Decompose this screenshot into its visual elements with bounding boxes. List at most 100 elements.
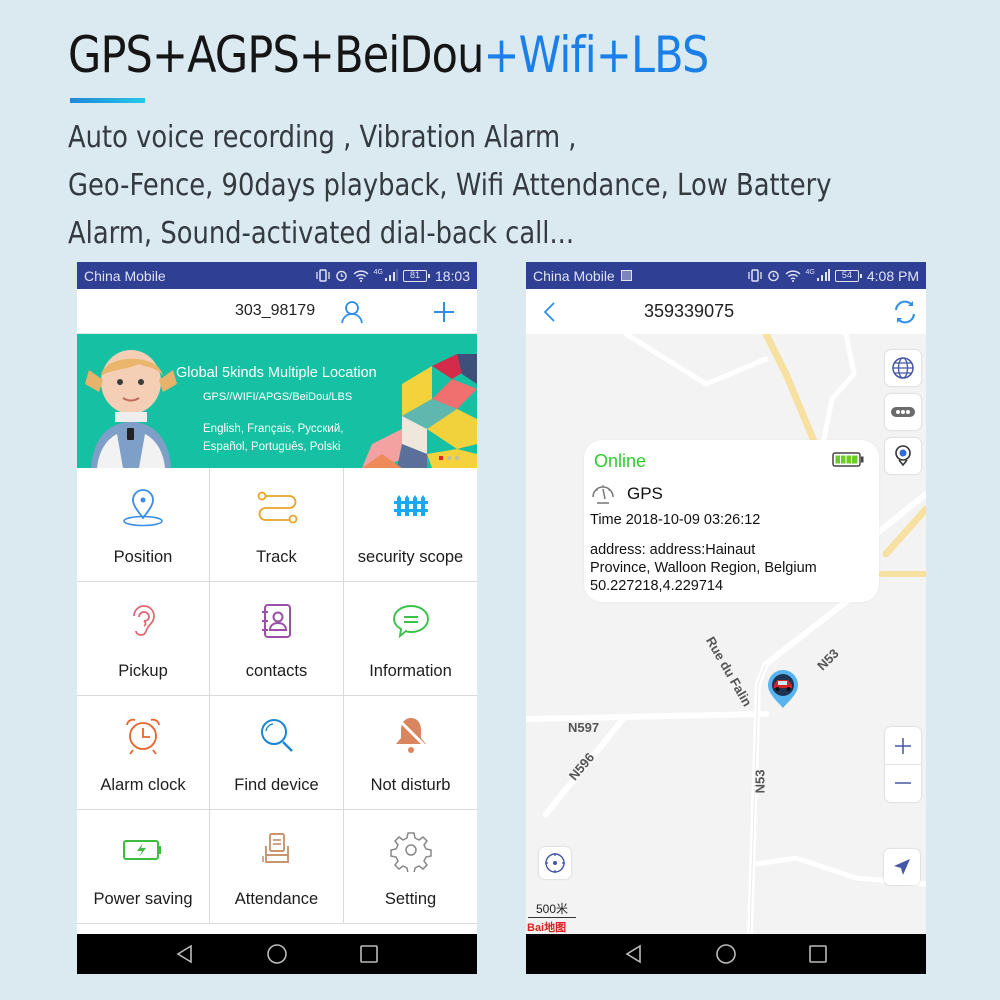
menu-label: Track xyxy=(256,548,297,566)
carousel-dots xyxy=(439,456,459,460)
bell-muted-icon xyxy=(395,718,426,753)
map-layers-button[interactable] xyxy=(885,350,921,386)
center-map-button[interactable] xyxy=(539,847,571,879)
page-headline: GPS+AGPS+BeiDou+Wifi+LBS xyxy=(68,26,709,84)
zoom-control xyxy=(885,727,921,802)
banner-languages: English, Français, Русский, Español, Por… xyxy=(203,420,343,456)
location-pin-icon xyxy=(123,489,163,527)
menu-label: Find device xyxy=(234,776,319,794)
network-type: 4G xyxy=(805,268,815,276)
signal-icon xyxy=(384,269,398,281)
plus-icon xyxy=(895,737,911,754)
vibrate-icon xyxy=(747,269,762,282)
back-arrow-icon[interactable] xyxy=(540,300,560,324)
left-phone-screen: China Mobile 4G 81 18:03 303_98179 Globa… xyxy=(77,262,477,974)
home-nav-icon[interactable] xyxy=(715,943,737,965)
device-id: 359339075 xyxy=(644,301,735,321)
menu-label: Position xyxy=(113,548,173,566)
promo-banner[interactable]: Global 5kinds Multiple Location GPS//WIF… xyxy=(77,334,477,468)
menu-item-security-scope[interactable]: security scope xyxy=(344,468,477,582)
device-id: 303_98179 xyxy=(235,302,316,319)
menu-item-track[interactable]: Track xyxy=(210,468,344,582)
map-provider-logo: Bai地图 xyxy=(527,922,567,934)
banner-subtitle: GPS//WIFI/APGS/BeiDou/LBS xyxy=(203,391,353,403)
locate-device-button[interactable] xyxy=(885,438,921,474)
menu-label: contacts xyxy=(245,662,308,680)
map-roads xyxy=(526,334,926,934)
battery-level: 54 xyxy=(841,270,852,280)
menu-item-contacts[interactable]: contacts xyxy=(210,582,344,696)
carousel-dot[interactable] xyxy=(455,456,459,460)
coordinates: 50.227218,4.229714 xyxy=(590,578,724,594)
alarm-clock-icon xyxy=(126,718,160,755)
user-icon[interactable] xyxy=(338,298,366,326)
menu-item-attendance[interactable]: Attendance xyxy=(210,810,344,924)
right-phone-screen: China Mobile 4G 54 4:08 PM 359339075 Rue… xyxy=(526,262,926,974)
battery-indicator: 54 xyxy=(834,269,862,282)
feature-list: Auto voice recording , Vibration Alarm ,… xyxy=(68,114,832,258)
minus-icon xyxy=(895,782,911,784)
plus-icon[interactable] xyxy=(430,298,458,326)
menu-item-position[interactable]: Position xyxy=(77,468,210,582)
location-target-icon xyxy=(895,445,911,467)
refresh-icon[interactable] xyxy=(891,298,919,326)
menu-label: Alarm clock xyxy=(100,776,186,794)
status-bar: China Mobile 4G 81 18:03 xyxy=(77,262,477,289)
menu-item-power-saving[interactable]: Power saving xyxy=(77,810,210,924)
menu-item-pickup[interactable]: Pickup xyxy=(77,582,210,696)
map-view[interactable]: Rue du Falin N53 N597 N596 N53 Online GP… xyxy=(526,334,926,934)
languages-line: Español, Português, Polski xyxy=(203,441,341,453)
wifi-icon xyxy=(353,270,369,282)
map-scale: 500米 xyxy=(528,900,576,918)
carousel-dot[interactable] xyxy=(447,456,451,460)
magnifier-icon xyxy=(260,719,293,752)
zoom-in-button[interactable] xyxy=(885,727,921,764)
menu-item-information[interactable]: Information xyxy=(344,582,477,696)
carousel-dot-active[interactable] xyxy=(439,456,443,460)
more-options-button[interactable] xyxy=(885,394,921,430)
contacts-book-icon xyxy=(261,604,291,638)
back-nav-icon[interactable] xyxy=(174,943,196,965)
crosshair-icon xyxy=(545,853,565,873)
status-bar: China Mobile 4G 54 4:08 PM xyxy=(526,262,926,289)
globe-icon xyxy=(892,357,914,379)
road-label: N53 xyxy=(752,769,768,794)
recents-nav-icon[interactable] xyxy=(358,943,380,965)
fence-icon xyxy=(393,495,428,516)
cube-pattern xyxy=(362,354,477,468)
network-type: 4G xyxy=(373,268,383,276)
navigate-button[interactable] xyxy=(884,849,920,885)
attendance-machine-icon xyxy=(261,833,289,863)
track-route-icon xyxy=(257,491,297,524)
feature-line: Alarm, Sound-activated dial-back call... xyxy=(68,216,575,251)
menu-item-find-device[interactable]: Find device xyxy=(210,696,344,810)
signal-icon xyxy=(816,269,830,281)
message-bubble-icon xyxy=(392,605,429,639)
battery-charging-icon xyxy=(123,840,161,860)
location-mode: GPS xyxy=(627,484,663,503)
home-nav-icon[interactable] xyxy=(266,943,288,965)
menu-label: Pickup xyxy=(118,662,168,680)
headline-underline xyxy=(70,98,145,103)
menu-item-not-disturb[interactable]: Not disturb xyxy=(344,696,477,810)
menu-item-setting[interactable]: Setting xyxy=(344,810,477,924)
menu-label: Setting xyxy=(384,890,437,908)
car-location-marker[interactable] xyxy=(766,669,800,709)
speedometer-icon xyxy=(592,485,614,504)
menu-label: Power saving xyxy=(93,890,193,908)
feature-line: Geo-Fence, 90days playback, Wifi Attenda… xyxy=(68,168,832,203)
app-header: 303_98179 xyxy=(77,289,477,334)
menu-label: Attendance xyxy=(234,890,319,908)
carrier-name: China Mobile xyxy=(84,267,166,284)
ear-icon xyxy=(133,605,155,636)
location-time: Time 2018-10-09 03:26:12 xyxy=(590,512,761,528)
carrier-name: China Mobile xyxy=(533,267,615,284)
road-label: N597 xyxy=(568,720,600,735)
zoom-out-button[interactable] xyxy=(885,764,921,801)
address-line: Province, Walloon Region, Belgium xyxy=(590,560,817,576)
menu-item-alarm-clock[interactable]: Alarm clock xyxy=(77,696,210,810)
wifi-icon xyxy=(784,270,801,282)
back-nav-icon[interactable] xyxy=(623,943,645,965)
headline-part2: +Wifi+LBS xyxy=(483,26,709,84)
recents-nav-icon[interactable] xyxy=(807,943,829,965)
